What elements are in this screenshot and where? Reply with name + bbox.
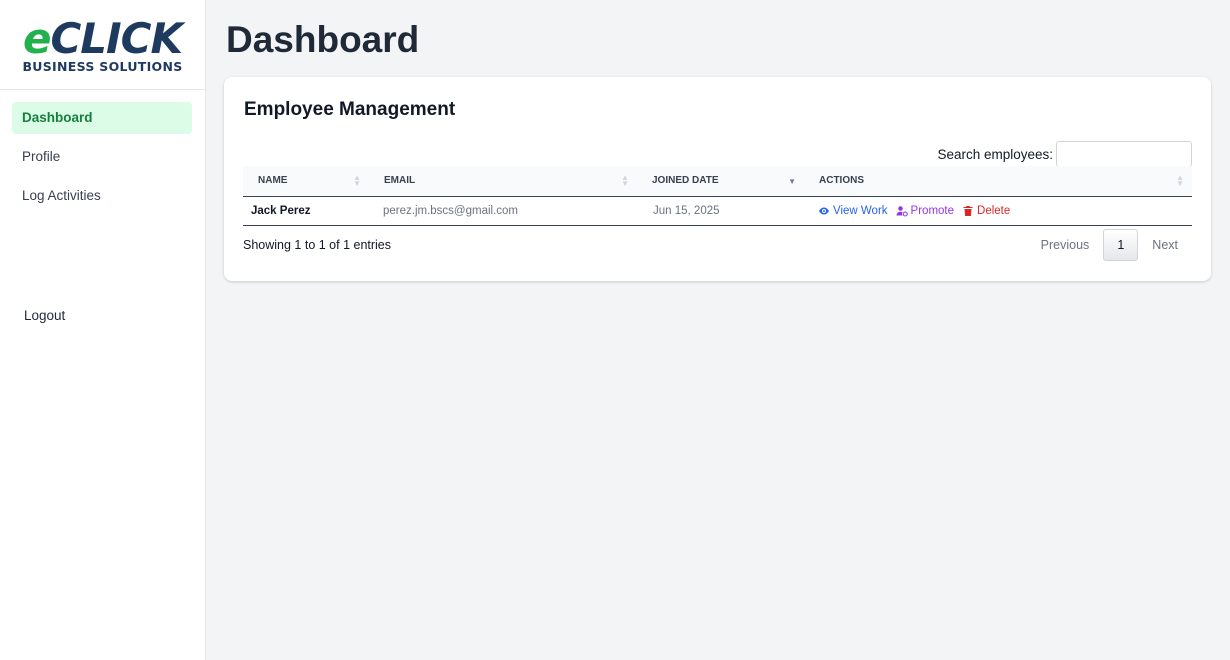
sidebar-item-dashboard[interactable]: Dashboard bbox=[12, 102, 192, 134]
employee-name: Jack Perez bbox=[243, 196, 369, 226]
sort-icon: ▲ ▼ bbox=[621, 173, 629, 188]
view-work-button[interactable]: View Work bbox=[818, 205, 888, 217]
logo-e: e bbox=[22, 13, 51, 63]
page-1-button[interactable]: 1 bbox=[1103, 229, 1139, 261]
sidebar-item-profile[interactable]: Profile bbox=[12, 141, 192, 173]
logo-wordmark: eCLICK bbox=[23, 17, 183, 59]
logout-link[interactable]: Logout bbox=[24, 308, 65, 323]
search-label: Search employees: bbox=[937, 146, 1053, 162]
search-input[interactable] bbox=[1056, 141, 1192, 167]
promote-label: Promote bbox=[910, 204, 955, 217]
column-actions-label: ACTIONS bbox=[819, 175, 864, 187]
delete-label: Delete bbox=[977, 204, 1011, 217]
sidebar-item-log-activities[interactable]: Log Activities bbox=[12, 180, 192, 212]
column-joined-label: JOINED DATE bbox=[652, 175, 719, 187]
search-box: Search employees: bbox=[937, 141, 1192, 167]
user-cog-icon bbox=[896, 205, 908, 217]
sort-icon: ▲ ▼ bbox=[353, 173, 361, 188]
logo-subtitle: BUSINESS SOLUTIONS bbox=[22, 58, 183, 74]
trash-icon bbox=[963, 205, 973, 216]
employee-management-card: Employee Management Search employees: NA… bbox=[224, 77, 1211, 281]
pagination: Previous 1 Next bbox=[1027, 229, 1192, 261]
employee-actions: View Work Promote Delete bbox=[804, 196, 1192, 226]
card-title: Employee Management bbox=[244, 99, 456, 120]
delete-button[interactable]: Delete bbox=[962, 205, 1010, 217]
column-header-joined-date[interactable]: JOINED DATE ▼ bbox=[637, 166, 804, 197]
table-row: Jack Perez perez.jm.bscs@gmail.com Jun 1… bbox=[243, 196, 1192, 226]
brand-logo: eCLICK BUSINESS SOLUTIONS bbox=[0, 0, 205, 90]
employee-email: perez.jm.bscs@gmail.com bbox=[369, 196, 637, 226]
next-page-button[interactable]: Next bbox=[1138, 229, 1192, 261]
eye-icon bbox=[819, 207, 829, 214]
employee-joined-date: Jun 15, 2025 bbox=[637, 196, 804, 226]
view-work-label: View Work bbox=[833, 204, 888, 217]
column-header-name[interactable]: NAME ▲ ▼ bbox=[243, 166, 369, 197]
column-name-label: NAME bbox=[258, 175, 288, 187]
column-header-actions[interactable]: ACTIONS ▲ ▼ bbox=[804, 166, 1192, 197]
sort-icon: ▲ ▼ bbox=[1176, 173, 1184, 188]
logo-click: CLICK bbox=[50, 13, 183, 63]
promote-button[interactable]: Promote bbox=[896, 205, 954, 217]
page-title: Dashboard bbox=[226, 19, 420, 60]
sidebar-nav: Dashboard Profile Log Activities bbox=[0, 90, 205, 212]
column-header-email[interactable]: EMAIL ▲ ▼ bbox=[369, 166, 637, 197]
employee-table: NAME ▲ ▼ EMAIL ▲ ▼ JOINED DATE ▼ ACTIONS ▲… bbox=[243, 166, 1192, 226]
sidebar: eCLICK BUSINESS SOLUTIONS Dashboard Prof… bbox=[0, 0, 206, 660]
previous-page-button[interactable]: Previous bbox=[1027, 229, 1104, 261]
table-header-row: NAME ▲ ▼ EMAIL ▲ ▼ JOINED DATE ▼ ACTIONS ▲… bbox=[243, 166, 1192, 197]
column-email-label: EMAIL bbox=[384, 175, 416, 187]
table-info: Showing 1 to 1 of 1 entries bbox=[243, 238, 392, 252]
sort-desc-icon: ▼ bbox=[788, 177, 796, 186]
